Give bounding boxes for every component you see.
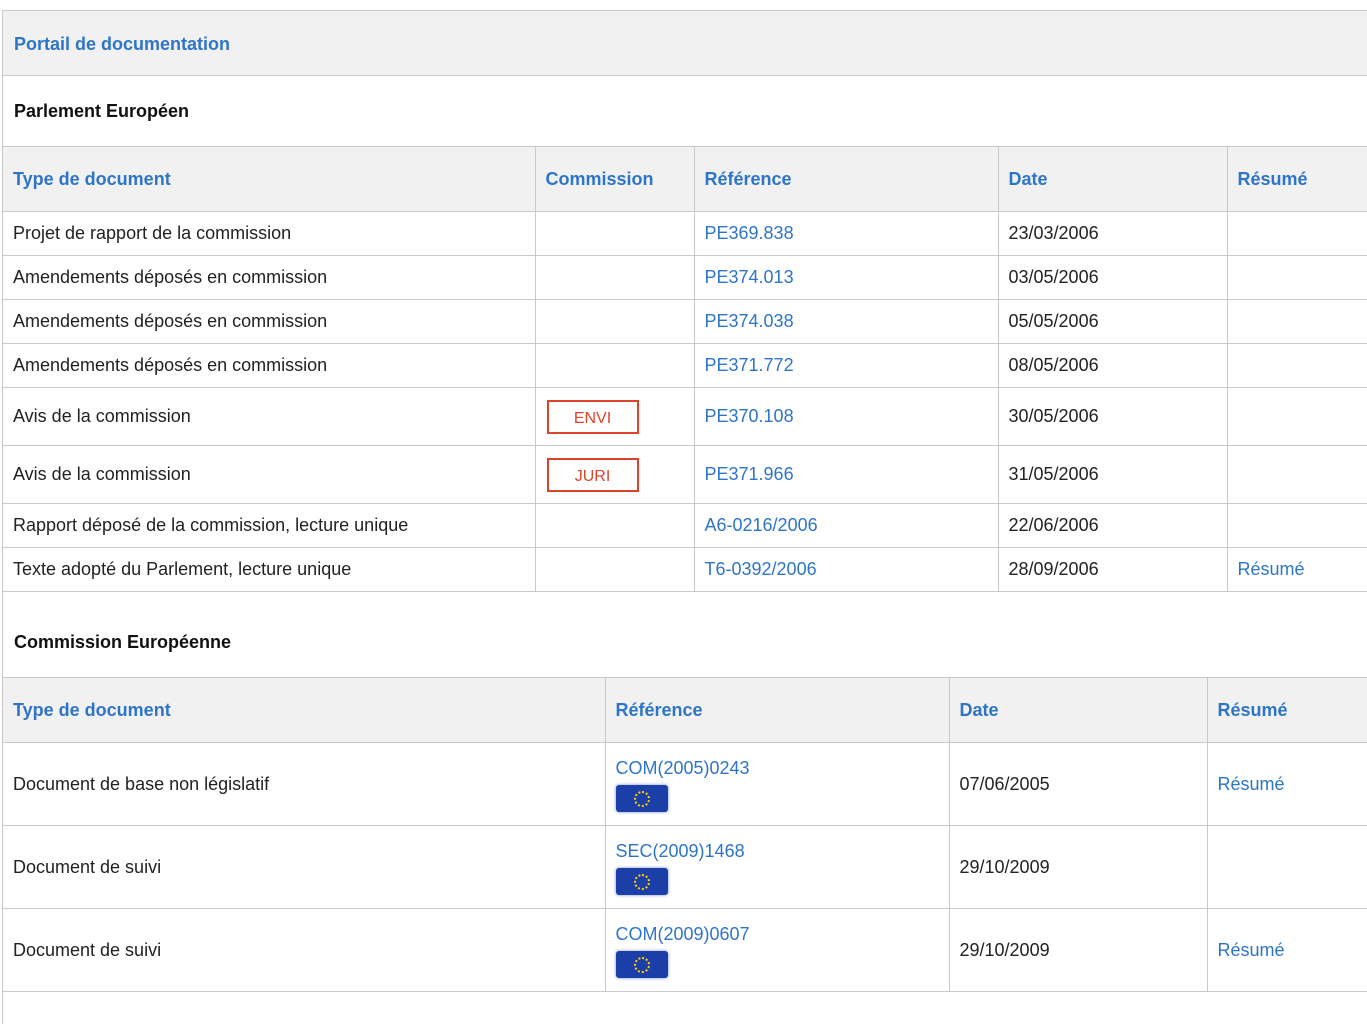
column-header-date: Date [948, 677, 1208, 743]
eu-flag-icon[interactable] [615, 950, 668, 978]
document-date: 29/10/2009 [948, 825, 1208, 909]
document-date: 30/05/2006 [997, 387, 1228, 446]
resume-cell [1226, 343, 1367, 388]
portal-title: Portail de documentation [14, 34, 231, 54]
table-row: Document de base non législatif COM(2005… [3, 742, 1367, 826]
document-type: Rapport déposé de la commission, lecture… [3, 503, 536, 548]
column-header-commission: Commission [534, 146, 695, 212]
column-header-type: Type de document [3, 146, 536, 212]
table-header-row: Type de document Commission Référence Da… [3, 146, 1367, 212]
documentation-portal: Portail de documentation Parlement Europ… [2, 10, 1367, 1024]
document-date: 07/06/2005 [948, 742, 1208, 826]
reference-link[interactable]: COM(2009)0607 [616, 924, 750, 944]
resume-link[interactable]: Résumé [1218, 774, 1285, 794]
table-row: Document de suivi SEC(2009)1468 29/10/20… [3, 825, 1367, 909]
column-header-resume: Résumé [1206, 677, 1367, 743]
reference-link[interactable]: PE371.772 [705, 355, 794, 375]
commission-cell [534, 299, 695, 344]
document-date: 23/03/2006 [997, 211, 1228, 256]
table-row: Texte adopté du Parlement, lecture uniqu… [3, 547, 1367, 592]
parlement-section-title: Parlement Européen [14, 101, 190, 121]
commission-badge-envi[interactable]: ENVI [546, 399, 639, 434]
document-type: Avis de la commission [3, 445, 536, 504]
document-type: Avis de la commission [3, 387, 536, 446]
table-header-row: Type de document Référence Date Résumé [3, 677, 1367, 743]
portal-header: Portail de documentation [3, 11, 1367, 76]
resume-cell [1226, 387, 1367, 446]
document-type: Amendements déposés en commission [3, 255, 536, 300]
reference-link[interactable]: PE369.838 [705, 223, 794, 243]
resume-cell [1206, 825, 1367, 909]
reference-link[interactable]: PE374.038 [705, 311, 794, 331]
document-type: Texte adopté du Parlement, lecture uniqu… [3, 547, 536, 592]
resume-link[interactable]: Résumé [1218, 940, 1285, 960]
eu-flag-icon[interactable] [615, 784, 668, 812]
commission-documents-table: Type de document Référence Date Résumé D… [3, 677, 1367, 992]
document-date: 28/09/2006 [997, 547, 1228, 592]
document-type: Projet de rapport de la commission [3, 211, 536, 256]
column-header-type: Type de document [3, 677, 606, 743]
table-row: Projet de rapport de la commission PE369… [3, 211, 1367, 256]
document-date: 22/06/2006 [997, 503, 1228, 548]
commission-section-title: Commission Européenne [14, 632, 232, 652]
document-date: 08/05/2006 [997, 343, 1228, 388]
column-header-reference: Référence [604, 677, 950, 743]
resume-cell [1226, 503, 1367, 548]
parlement-documents-table: Type de document Commission Référence Da… [3, 146, 1367, 592]
commission-cell: ENVI [534, 387, 695, 446]
commission-cell: JURI [534, 445, 695, 504]
document-date: 05/05/2006 [997, 299, 1228, 344]
column-header-reference: Référence [693, 146, 999, 212]
resume-cell [1226, 255, 1367, 300]
resume-cell [1226, 211, 1367, 256]
commission-badge-juri[interactable]: JURI [546, 457, 639, 492]
commission-cell [534, 343, 695, 388]
table-row: Avis de la commission JURI PE371.966 31/… [3, 445, 1367, 504]
table-row: Avis de la commission ENVI PE370.108 30/… [3, 387, 1367, 446]
resume-link[interactable]: Résumé [1238, 559, 1305, 579]
eu-flag-icon[interactable] [615, 867, 668, 895]
reference-link[interactable]: COM(2005)0243 [616, 758, 750, 778]
resume-cell [1226, 299, 1367, 344]
commission-cell [534, 503, 695, 548]
table-row: Rapport déposé de la commission, lecture… [3, 503, 1367, 548]
reference-link[interactable]: T6-0392/2006 [705, 559, 817, 579]
reference-link[interactable]: SEC(2009)1468 [616, 841, 745, 861]
commission-cell [534, 211, 695, 256]
resume-cell [1226, 445, 1367, 504]
table-row: Amendements déposés en commission PE371.… [3, 343, 1367, 388]
document-type: Document de base non législatif [3, 742, 606, 826]
column-header-date: Date [997, 146, 1228, 212]
document-type: Amendements déposés en commission [3, 343, 536, 388]
reference-link[interactable]: A6-0216/2006 [705, 515, 818, 535]
column-header-resume: Résumé [1226, 146, 1367, 212]
reference-link[interactable]: PE371.966 [705, 464, 794, 484]
table-row: Document de suivi COM(2009)0607 29/10/20… [3, 908, 1367, 992]
document-date: 29/10/2009 [948, 908, 1208, 992]
document-type: Amendements déposés en commission [3, 299, 536, 344]
reference-link[interactable]: PE370.108 [705, 406, 794, 426]
document-date: 31/05/2006 [997, 445, 1228, 504]
document-type: Document de suivi [3, 908, 606, 992]
table-row: Amendements déposés en commission PE374.… [3, 255, 1367, 300]
document-date: 03/05/2006 [997, 255, 1228, 300]
document-type: Document de suivi [3, 825, 606, 909]
commission-cell [534, 255, 695, 300]
reference-link[interactable]: PE374.013 [705, 267, 794, 287]
commission-cell [534, 547, 695, 592]
table-row: Amendements déposés en commission PE374.… [3, 299, 1367, 344]
